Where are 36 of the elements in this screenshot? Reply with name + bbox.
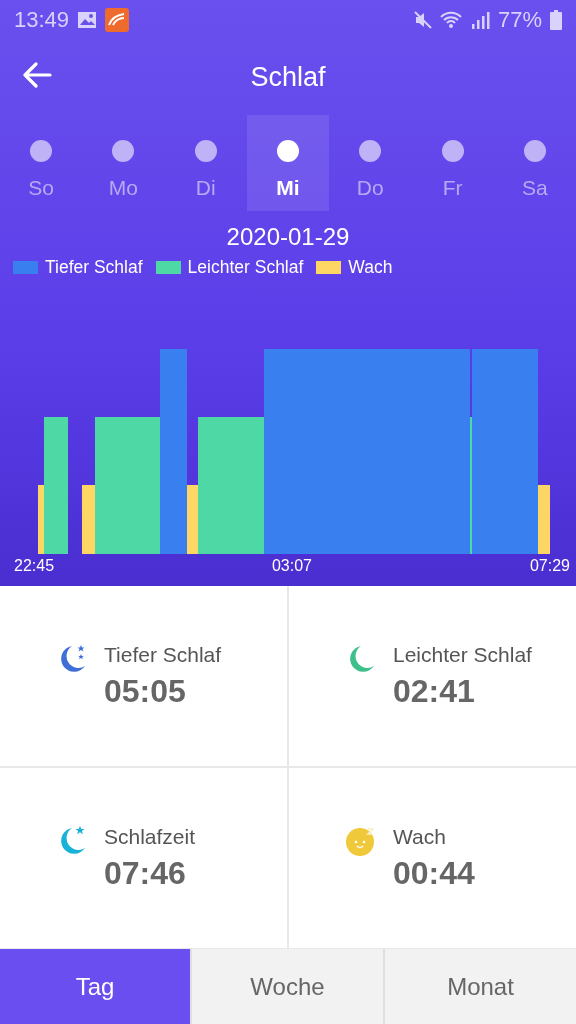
stat-value: 05:05 [104,672,187,710]
day-tab[interactable]: Fr [411,115,494,211]
day-tab[interactable]: Sa [493,115,576,211]
legend-label: Wach [348,257,393,278]
time-label: 03:07 [271,557,312,575]
stat-value: 02:41 [393,672,476,710]
day-tab[interactable]: Mo [82,115,165,211]
period-tab[interactable]: Monat [385,949,576,1024]
day-tab[interactable]: Mi [246,115,330,211]
date-label: 2020-01-29 [225,223,351,251]
period-tab[interactable]: Tag [0,949,190,1024]
screen-title: Schlaf [250,62,326,93]
legend-label: Leichter Schlaf [187,257,304,278]
legend-label: Tiefer Schlaf [45,257,143,278]
day-tab[interactable]: Di [164,115,247,211]
image-icon [77,11,98,29]
stat-label: Tiefer Schlaf [104,642,222,667]
day-tab[interactable]: Do [329,115,412,211]
period-tab[interactable]: Woche [192,949,383,1024]
battery-icon [550,10,562,30]
time-label: 22:45 [14,557,55,575]
signal-icon [469,10,490,30]
wifi-icon [439,11,462,29]
stat-label: Schlafzeit [104,824,196,849]
status-time: 13:49 [14,7,70,33]
app-icon [105,8,130,32]
stat-value: 00:44 [393,854,475,892]
day-tab[interactable]: So [0,115,83,211]
back-arrow-icon [22,62,52,88]
stat-label: Wach [393,824,447,849]
time-label: 07:29 [529,557,570,575]
battery-level: 77% [497,7,542,33]
stat-value: 07:46 [104,854,187,892]
mute-icon [413,11,432,29]
back-button[interactable] [22,62,52,88]
stat-label: Leichter Schlaf [393,642,532,667]
